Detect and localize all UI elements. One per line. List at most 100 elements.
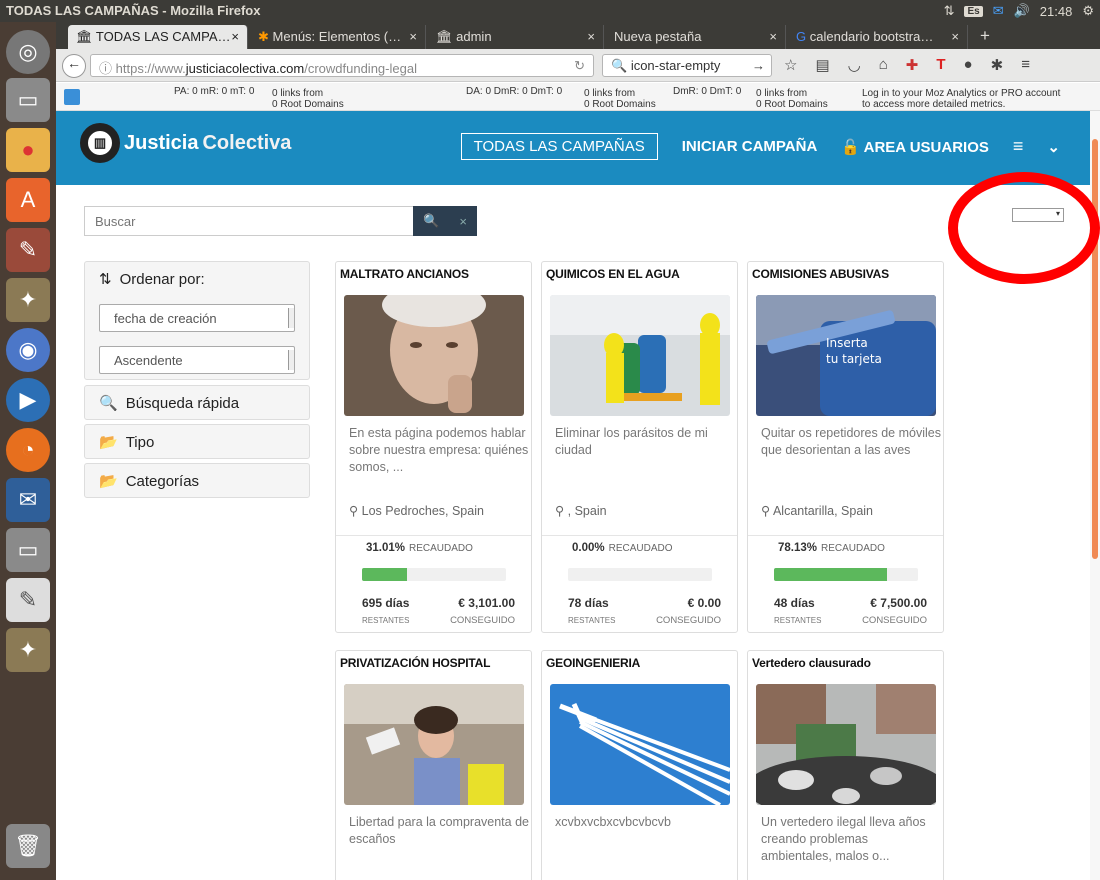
- tab-menus[interactable]: ✱ Menús: Elementos (… ×: [250, 25, 426, 49]
- scrollbar-thumb[interactable]: [1092, 139, 1098, 559]
- menu-icon[interactable]: ≡: [1021, 56, 1030, 74]
- type-label: Tipo: [125, 433, 155, 451]
- url-bar[interactable]: ⓘ https://www.justiciacolectiva.com/crow…: [90, 54, 594, 77]
- software-center-icon[interactable]: A: [6, 178, 50, 222]
- close-icon[interactable]: ×: [769, 29, 777, 44]
- site-logo[interactable]: ▥ Justicia Colectiva: [80, 123, 291, 163]
- order-field-select[interactable]: fecha de creación: [99, 304, 295, 332]
- folder-icon: 📂: [99, 473, 118, 490]
- card-location-text: Alcantarilla, Spain: [772, 504, 874, 518]
- order-direction-value: Ascendente: [114, 353, 183, 368]
- card-image-elderly-woman[interactable]: [344, 295, 524, 416]
- card-title[interactable]: GEOINGENIERIA: [542, 651, 737, 684]
- keyboard-layout-indicator[interactable]: Es: [964, 5, 983, 17]
- bug-icon[interactable]: ✱: [991, 56, 1004, 74]
- extension-icon[interactable]: ✚: [906, 56, 919, 74]
- card-image-card-slot[interactable]: Inserta tu tarjeta: [756, 295, 936, 416]
- volume-icon[interactable]: 🔊: [1014, 3, 1030, 19]
- card-image-garbage[interactable]: [756, 684, 936, 805]
- moz-page-metrics: PA: 0 mR: 0 mT: 0: [174, 86, 255, 97]
- close-icon[interactable]: ×: [231, 29, 239, 44]
- card-image-plane-contrails[interactable]: [550, 684, 730, 805]
- clock[interactable]: 21:48: [1040, 4, 1073, 19]
- campaign-card[interactable]: PRIVATIZACIÓN HOSPITAL Libertad para la …: [335, 650, 532, 880]
- search-icon[interactable]: 🔍: [423, 213, 439, 229]
- quick-search-panel[interactable]: 🔍 Búsqueda rápida: [84, 385, 310, 420]
- categories-header: 📂 Categorías: [85, 464, 309, 498]
- campaign-card[interactable]: Vertedero clausurado Un vertedero ilegal…: [747, 650, 944, 880]
- reload-icon[interactable]: ↻: [574, 58, 585, 74]
- search-input[interactable]: [84, 206, 413, 236]
- plane-contrails-photo: [550, 684, 730, 805]
- order-filter-header: ⇅ Ordenar por:: [85, 262, 309, 296]
- trash-icon[interactable]: 🗑: [6, 824, 50, 868]
- settings-gear-icon[interactable]: ⚙: [1082, 3, 1094, 19]
- nav-area-usuarios[interactable]: 🔓 AREA USUARIOS: [829, 134, 1001, 160]
- tab-calendario[interactable]: G calendario bootstra… ×: [788, 25, 968, 49]
- ubuntu-dash-icon[interactable]: ◎: [6, 30, 50, 74]
- tab-admin[interactable]: 🏛 admin ×: [428, 25, 604, 49]
- home-icon[interactable]: ⌂: [879, 56, 888, 74]
- t-extension-icon[interactable]: T: [936, 56, 945, 74]
- card-image-protest[interactable]: [344, 684, 524, 805]
- card-slot-photo: Inserta tu tarjeta: [756, 295, 936, 416]
- moz-login-text[interactable]: Log in to your Moz Analytics or PRO acco…: [862, 88, 1060, 99]
- categories-panel[interactable]: 📂 Categorías: [84, 463, 310, 498]
- go-arrow-icon[interactable]: →: [752, 58, 765, 73]
- tab-nueva-pestana[interactable]: Nueva pestaña ×: [606, 25, 786, 49]
- campaign-card[interactable]: GEOINGENIERIA xcvbxvcbxcvbcvbcvb: [541, 650, 738, 880]
- moz-root-domains: 0 Root Domains: [272, 99, 344, 110]
- moz-links-from-3: 0 links from: [756, 88, 808, 99]
- search-bar[interactable]: 🔍 icon-star-empty →: [602, 54, 772, 77]
- order-direction-select[interactable]: Ascendente: [99, 346, 295, 374]
- card-title[interactable]: QUIMICOS EN EL AGUA: [542, 262, 737, 295]
- close-icon[interactable]: ×: [409, 29, 417, 44]
- back-arrow-icon[interactable]: ←: [62, 54, 86, 78]
- text-editor-icon[interactable]: ✎: [6, 578, 50, 622]
- pocket-icon[interactable]: ◡: [848, 56, 861, 74]
- tab-label: Menús: Elementos (…: [272, 29, 402, 44]
- files-icon-2[interactable]: ▭: [6, 528, 50, 572]
- firefox-icon[interactable]: ◔: [6, 428, 50, 472]
- type-panel[interactable]: 📂 Tipo: [84, 424, 310, 459]
- gimp-icon-2[interactable]: ✦: [6, 628, 50, 672]
- campaign-card[interactable]: QUIMICOS EN EL AGUA Eliminar los parásit…: [541, 261, 738, 633]
- moz-icon[interactable]: [64, 89, 80, 105]
- bookmark-star-icon[interactable]: ☆: [784, 56, 797, 74]
- thunderbird-icon[interactable]: ✉: [6, 478, 50, 522]
- media-player-icon[interactable]: ▶: [6, 378, 50, 422]
- new-tab-button[interactable]: +: [972, 25, 1002, 49]
- card-progress-bar: [568, 568, 712, 581]
- card-title[interactable]: Vertedero clausurado: [748, 651, 943, 684]
- card-image-chemical-workers[interactable]: [550, 295, 730, 416]
- reading-list-icon[interactable]: ▤: [815, 56, 829, 74]
- nav-todas-campanas[interactable]: TODAS LAS CAMPAÑAS: [460, 133, 658, 160]
- system-tray: ⇅ Es ✉ 🔊 21:48 ⚙: [944, 3, 1094, 19]
- card-divider: [542, 535, 737, 536]
- system-settings-icon[interactable]: ✎: [6, 228, 50, 272]
- nav-iniciar-campana[interactable]: INICIAR CAMPAÑA: [670, 134, 830, 159]
- clear-icon[interactable]: ×: [459, 214, 467, 229]
- card-title[interactable]: COMISIONES ABUSIVAS: [748, 262, 943, 295]
- files-icon[interactable]: ▭: [6, 78, 50, 122]
- search-bar-value: icon-star-empty: [630, 58, 721, 73]
- card-title[interactable]: MALTRATO ANCIANOS: [336, 262, 531, 295]
- mail-icon[interactable]: ✉: [993, 3, 1004, 19]
- sort-icon: ⇅: [99, 271, 112, 288]
- network-icon[interactable]: ⇅: [944, 3, 955, 19]
- close-icon[interactable]: ×: [587, 29, 595, 44]
- chromium-icon[interactable]: ◉: [6, 328, 50, 372]
- order-by-label: Ordenar por:: [119, 270, 205, 288]
- tab-todas-las-campanas[interactable]: 🏛 TODAS LAS CAMPA… ×: [68, 25, 248, 49]
- campaign-card[interactable]: MALTRATO ANCIANOS En esta página podemos…: [335, 261, 532, 633]
- hamburger-menu-icon[interactable]: ≡: [1001, 132, 1036, 161]
- campaign-card[interactable]: COMISIONES ABUSIVAS Inserta tu tarjeta Qu…: [747, 261, 944, 633]
- card-days: 48 días: [774, 596, 815, 610]
- card-title[interactable]: PRIVATIZACIÓN HOSPITAL: [336, 651, 531, 684]
- chrome-icon[interactable]: ●: [6, 128, 50, 172]
- gimp-icon[interactable]: ✦: [6, 278, 50, 322]
- chevron-down-icon[interactable]: ⌄: [1035, 134, 1090, 160]
- close-icon[interactable]: ×: [951, 29, 959, 44]
- type-header: 📂 Tipo: [85, 425, 309, 459]
- k-extension-icon[interactable]: ●: [964, 56, 973, 74]
